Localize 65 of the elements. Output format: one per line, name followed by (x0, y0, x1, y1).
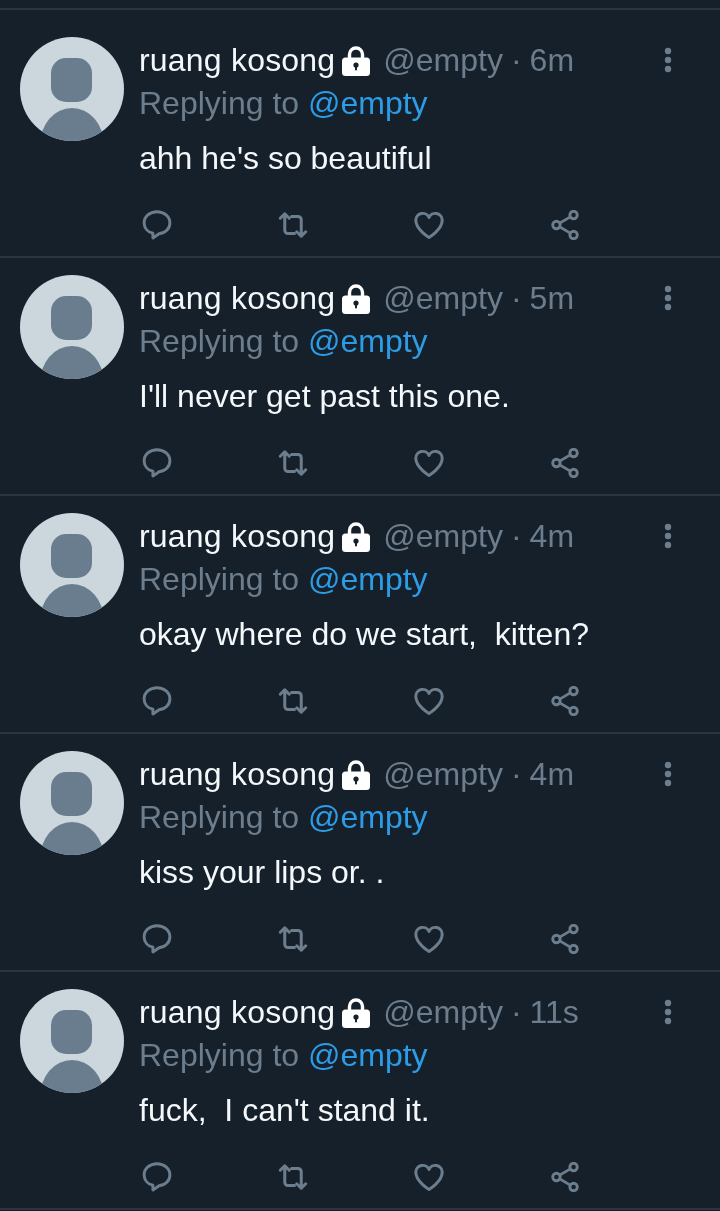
more-icon[interactable] (664, 47, 672, 73)
tweet-text: I'll never get past this one. (139, 377, 510, 416)
mention-link[interactable]: @empty (308, 1037, 428, 1073)
share-icon[interactable] (550, 210, 580, 240)
display-name[interactable]: ruang kosong (139, 41, 336, 79)
more-icon[interactable] (664, 999, 672, 1025)
timestamp: 4m (529, 755, 575, 793)
display-name[interactable]: ruang kosong (139, 993, 336, 1031)
heart-icon[interactable] (414, 210, 444, 240)
display-name[interactable]: ruang kosong (139, 755, 336, 793)
display-name[interactable]: ruang kosong (139, 517, 336, 555)
share-icon[interactable] (550, 1162, 580, 1192)
separator: · (510, 517, 522, 555)
heart-icon[interactable] (414, 924, 444, 954)
reply-context: Replying to @empty (139, 798, 428, 837)
mention-link[interactable]: @empty (308, 85, 428, 121)
avatar-icon[interactable] (20, 751, 124, 855)
reply-icon[interactable] (142, 1162, 172, 1192)
reply-context: Replying to @empty (139, 1036, 428, 1075)
avatar-icon[interactable] (20, 275, 124, 379)
mention-link[interactable]: @empty (308, 799, 428, 835)
tweet-text: okay where do we start, kitten? (139, 615, 589, 654)
retweet-icon[interactable] (278, 924, 308, 954)
user-handle: @empty (383, 517, 503, 555)
reply-icon[interactable] (142, 924, 172, 954)
retweet-icon[interactable] (278, 448, 308, 478)
timestamp: 6m (529, 41, 575, 79)
reply-icon[interactable] (142, 210, 172, 240)
reply-context: Replying to @empty (139, 322, 428, 361)
user-handle: @empty (383, 993, 503, 1031)
share-icon[interactable] (550, 686, 580, 716)
retweet-icon[interactable] (278, 210, 308, 240)
tweet-text: ahh he's so beautiful (139, 139, 432, 178)
timestamp: 11s (529, 993, 579, 1031)
timestamp: 4m (529, 517, 575, 555)
reply-context: Replying to @empty (139, 560, 428, 599)
mention-link[interactable]: @empty (308, 323, 428, 359)
user-handle: @empty (383, 755, 503, 793)
mention-link[interactable]: @empty (308, 561, 428, 597)
reply-icon[interactable] (142, 686, 172, 716)
separator: · (510, 41, 522, 79)
timestamp: 5m (529, 279, 575, 317)
retweet-icon[interactable] (278, 1162, 308, 1192)
more-icon[interactable] (664, 523, 672, 549)
separator: · (510, 755, 522, 793)
avatar-icon[interactable] (20, 513, 124, 617)
user-handle: @empty (383, 279, 503, 317)
reply-icon[interactable] (142, 448, 172, 478)
tweet-text: kiss your lips or. . (139, 853, 385, 892)
share-icon[interactable] (550, 924, 580, 954)
more-icon[interactable] (664, 285, 672, 311)
user-handle: @empty (383, 41, 503, 79)
more-icon[interactable] (664, 761, 672, 787)
separator: · (510, 279, 522, 317)
avatar-icon[interactable] (20, 989, 124, 1093)
heart-icon[interactable] (414, 686, 444, 716)
tweet-text: fuck, I can't stand it. (139, 1091, 430, 1130)
heart-icon[interactable] (414, 448, 444, 478)
separator: · (510, 993, 522, 1031)
reply-context: Replying to @empty (139, 84, 428, 123)
share-icon[interactable] (550, 448, 580, 478)
retweet-icon[interactable] (278, 686, 308, 716)
avatar-icon[interactable] (20, 37, 124, 141)
heart-icon[interactable] (414, 1162, 444, 1192)
display-name[interactable]: ruang kosong (139, 279, 336, 317)
